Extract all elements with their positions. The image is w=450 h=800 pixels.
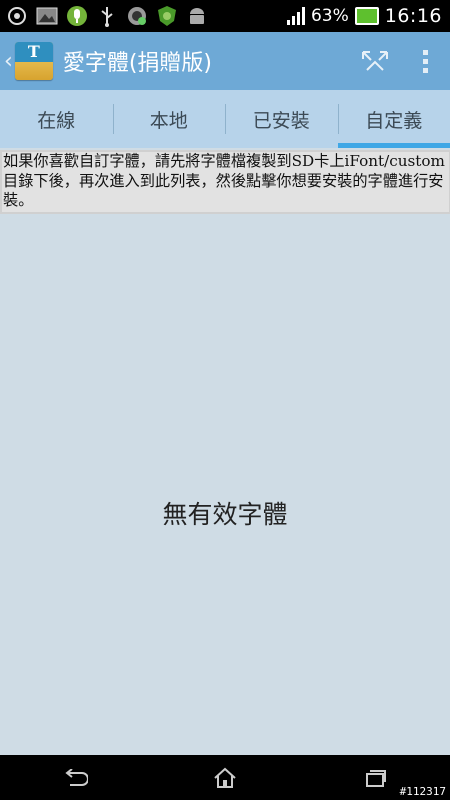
tab-custom[interactable]: 自定義 xyxy=(337,90,450,148)
microphone-icon xyxy=(66,5,88,27)
recent-apps-button[interactable] xyxy=(345,755,405,800)
navigation-bar: #112317 xyxy=(0,755,450,800)
up-caret-icon[interactable]: ‹ xyxy=(4,49,13,74)
notification-icons xyxy=(0,5,208,27)
battery-percent: 63% xyxy=(310,6,349,26)
tab-online[interactable]: 在線 xyxy=(0,90,113,148)
empty-state-message: 無有效字體 xyxy=(162,500,288,529)
overflow-menu-icon xyxy=(422,49,428,73)
recent-apps-icon xyxy=(366,769,386,787)
usb-icon xyxy=(96,5,118,27)
back-icon xyxy=(65,768,88,786)
android-icon xyxy=(186,5,208,27)
back-button[interactable] xyxy=(45,755,105,800)
clock: 16:16 xyxy=(384,5,442,27)
watermark: #112317 xyxy=(399,785,446,798)
battery-icon xyxy=(354,7,379,25)
settings-icon xyxy=(6,5,28,27)
tab-installed[interactable]: 已安裝 xyxy=(225,90,338,148)
share-button[interactable] xyxy=(350,32,400,90)
tab-local[interactable]: 本地 xyxy=(112,90,226,148)
action-bar: ‹ T 愛字體(捐贈版) xyxy=(0,32,450,90)
signal-icon xyxy=(286,7,305,25)
status-bar: 63% 16:16 xyxy=(0,0,450,32)
app-title: 愛字體(捐贈版) xyxy=(62,51,212,76)
home-icon xyxy=(214,767,236,788)
image-icon xyxy=(36,5,58,27)
app-logo-icon[interactable]: T xyxy=(14,42,53,80)
custom-font-instructions: 如果你喜歡自訂字體，請先將字體檔複製到SD卡上iFont/custom目錄下後，… xyxy=(0,150,450,214)
share-icon xyxy=(362,51,388,71)
app-logo-text: T xyxy=(14,42,53,62)
system-status: 63% 16:16 xyxy=(286,5,450,27)
globe-icon xyxy=(126,5,148,27)
home-button[interactable] xyxy=(195,755,255,800)
antivirus-icon xyxy=(156,5,178,27)
tab-bar: 在線 本地 已安裝 自定義 xyxy=(0,90,450,148)
overflow-menu-button[interactable] xyxy=(400,32,450,90)
